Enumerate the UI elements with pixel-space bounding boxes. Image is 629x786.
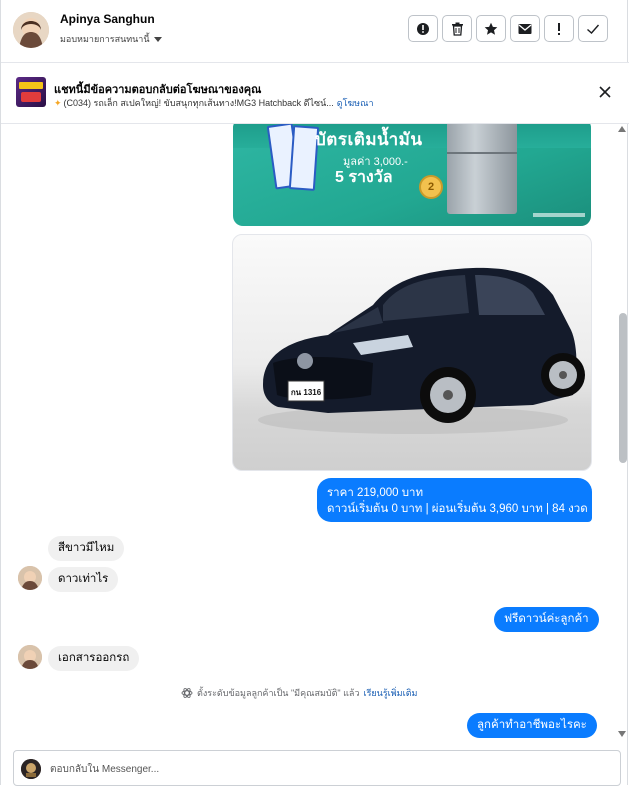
reply-input[interactable] [48, 757, 612, 781]
assign-label: มอบหมายการสนทนานี้ [60, 34, 150, 44]
conversation-actions [408, 15, 608, 42]
ad-reply-banner: แชทนี้มีข้อความตอบกลับต่อโฆษณาของคุณ ✦ (C… [1, 63, 629, 124]
mark-done-button[interactable] [578, 15, 608, 42]
check-icon [587, 24, 600, 34]
system-notice: ตั้งระดับข้อมูลลูกค้าเป็น "มีคุณสมบัติ" … [181, 686, 417, 700]
messenger-panel: Apinya Sanghun มอบหมายการสนทนานี้ แชทนี้… [0, 0, 629, 786]
mark-spam-button[interactable] [408, 15, 438, 42]
contact-name[interactable]: Apinya Sanghun [60, 12, 155, 26]
message-list[interactable]: บัตรเติมน้ำมัน มูลค่า 3,000.- 5 รางวัล 2 [1, 124, 617, 742]
car-illustration: กน 1316 [258, 267, 585, 434]
contact-avatar-small[interactable] [18, 645, 42, 669]
alert-circle-icon [417, 22, 429, 35]
delete-button[interactable] [442, 15, 472, 42]
scroll-up-arrow[interactable] [618, 126, 626, 132]
medal-icon: 2 [419, 175, 443, 199]
promo-prize: 5 รางวัล [335, 169, 393, 186]
outgoing-message-bubble[interactable]: ลูกค้าทำอาชีพอะไรคะ [467, 713, 597, 738]
refrigerator-graphic [447, 124, 517, 214]
outgoing-message-bubble[interactable]: ฟรีดาวน์ค่ะลูกค้า [494, 607, 599, 632]
ad-thumbnail[interactable] [16, 77, 46, 107]
assign-conversation-dropdown[interactable]: มอบหมายการสนทนานี้ [60, 32, 162, 46]
view-ad-link[interactable]: ดูโฆษณา [337, 98, 374, 108]
promo-title: บัตรเติมน้ำมัน [315, 130, 423, 149]
caret-down-icon [153, 36, 162, 42]
price-line: ราคา 219,000 บาท [327, 487, 424, 499]
incoming-message-bubble[interactable]: ดาวเท่าไร [48, 567, 119, 592]
system-notice-text: ตั้งระดับข้อมูลลูกค้าเป็น "มีคุณสมบัติ" … [197, 688, 360, 698]
exclamation-icon [558, 22, 560, 35]
reply-composer [13, 750, 621, 786]
sparkle-icon: ✦ [54, 98, 62, 108]
atom-icon [181, 688, 193, 698]
star-icon [484, 22, 498, 35]
page-avatar [21, 759, 41, 779]
contact-avatar[interactable] [13, 12, 49, 48]
follow-up-button[interactable] [544, 15, 574, 42]
scroll-down-arrow[interactable] [618, 731, 626, 737]
car-photo[interactable]: กน 1316 [232, 234, 592, 471]
trash-icon [451, 22, 463, 36]
learn-more-link[interactable]: เรียนรู้เพิ่มเติม [364, 686, 418, 700]
svg-text:กน 1316: กน 1316 [291, 388, 322, 397]
promo-image[interactable]: บัตรเติมน้ำมัน มูลค่า 3,000.- 5 รางวัล 2 [233, 124, 591, 226]
mark-unread-button[interactable] [510, 15, 540, 42]
incoming-message-bubble[interactable]: เอกสารออกรถ [48, 646, 140, 671]
ad-banner-subtitle: ✦ (C034) รถเล็ก สเปคใหญ่! ขับสนุกทุกเส้นท… [54, 96, 374, 110]
incoming-message-bubble[interactable]: สีขาวมีไหม [48, 536, 125, 561]
ad-description: (C034) รถเล็ก สเปคใหญ่! ขับสนุกทุกเส้นทา… [63, 98, 334, 108]
close-icon[interactable] [598, 85, 612, 99]
contact-avatar-small[interactable] [18, 566, 42, 590]
price-message-bubble[interactable]: ราคา 219,000 บาท ดาวน์เริ่มต้น 0 บาท | ผ… [317, 478, 592, 522]
star-button[interactable] [476, 15, 506, 42]
conversation-header: Apinya Sanghun มอบหมายการสนทนานี้ [1, 0, 629, 63]
scrollbar-thumb[interactable] [619, 313, 627, 463]
installment-line: ดาวน์เริ่มต้น 0 บาท | ผ่อนเริ่มต้น 3,960… [327, 503, 588, 515]
mail-icon [518, 23, 532, 34]
